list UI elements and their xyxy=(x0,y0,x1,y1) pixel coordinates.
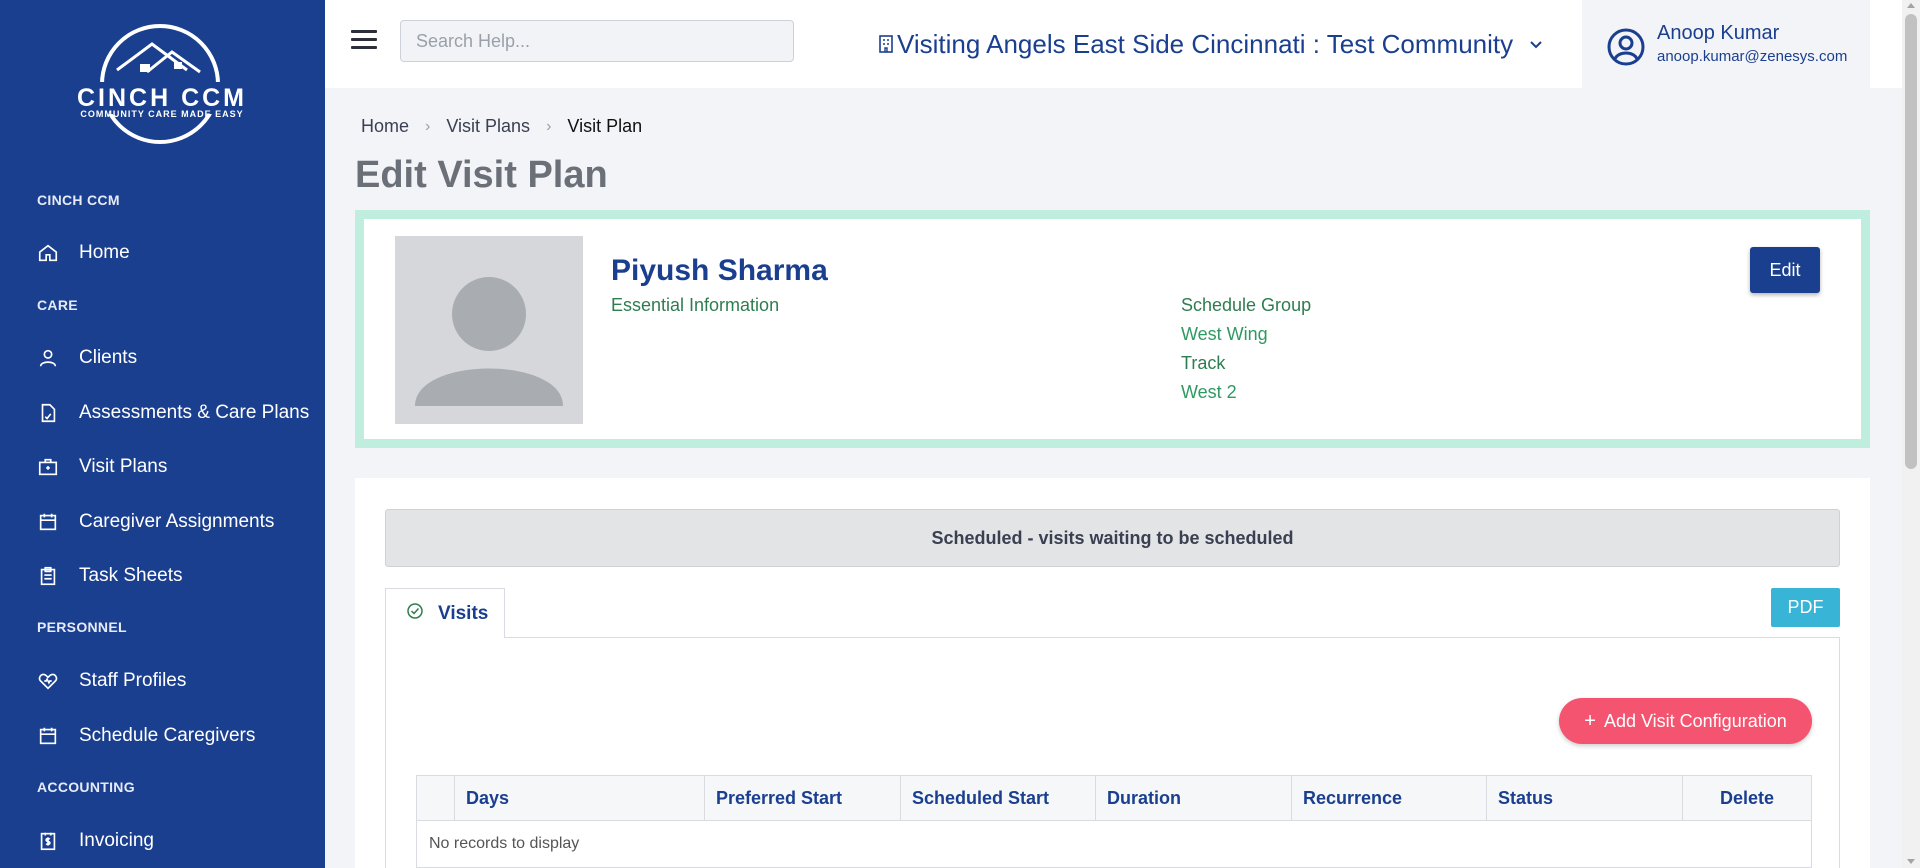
add-visit-label: Add Visit Configuration xyxy=(1603,710,1787,731)
invoice-icon xyxy=(37,830,59,852)
breadcrumb: Home › Visit Plans › Visit Plan xyxy=(361,116,642,137)
sidebar-item-label: Caregiver Assignments xyxy=(79,511,275,532)
status-banner: Scheduled - visits waiting to be schedul… xyxy=(385,509,1840,567)
sidebar-item-label: Assessments & Care Plans xyxy=(79,402,310,423)
sidebar-item-invoicing[interactable]: Invoicing xyxy=(0,818,325,864)
column-header-scheduled-start[interactable]: Scheduled Start xyxy=(901,776,1096,820)
document-icon xyxy=(37,402,59,424)
scrollbar-thumb[interactable] xyxy=(1905,14,1917,469)
community-selector[interactable]: Visiting Angels East Side Cincinnati : T… xyxy=(877,26,1545,62)
pdf-button[interactable]: PDF xyxy=(1771,588,1840,627)
column-header-select xyxy=(417,776,455,820)
breadcrumb-visit-plans[interactable]: Visit Plans xyxy=(446,116,530,137)
track-label: Track xyxy=(1181,353,1226,373)
plus-icon: + xyxy=(1584,709,1596,732)
sidebar-item-schedule-caregivers[interactable]: Schedule Caregivers xyxy=(0,713,325,759)
sidebar-section-personnel: PERSONNEL xyxy=(37,619,127,635)
sidebar-item-label: Clients xyxy=(79,347,138,368)
column-header-recurrence[interactable]: Recurrence xyxy=(1292,776,1487,820)
client-name: Piyush Sharma xyxy=(611,254,828,287)
user-email: anoop.kumar@zenesys.com xyxy=(1657,48,1848,65)
user-menu[interactable]: Anoop Kumar anoop.kumar@zenesys.com xyxy=(1582,0,1870,88)
chevron-down-icon xyxy=(1530,41,1542,49)
sidebar-item-clients[interactable]: Clients xyxy=(0,335,325,381)
sidebar-item-visit-plans[interactable]: Visit Plans xyxy=(0,444,325,490)
column-header-preferred-start[interactable]: Preferred Start xyxy=(705,776,901,820)
visits-table: Days Preferred Start Scheduled Start Dur… xyxy=(416,775,1812,868)
user-name: Anoop Kumar xyxy=(1657,22,1780,44)
sidebar-section-care: CARE xyxy=(37,297,78,313)
track-value: West 2 xyxy=(1181,382,1237,402)
sidebar-item-staff-profiles[interactable]: Staff Profiles xyxy=(0,658,325,704)
briefcase-icon xyxy=(37,456,59,478)
sidebar-section-cinch-ccm: CINCH CCM xyxy=(37,192,120,208)
scroll-up-arrow[interactable] xyxy=(1907,3,1915,8)
sidebar-item-label: Invoicing xyxy=(79,830,154,851)
sidebar-item-label: Visit Plans xyxy=(79,456,168,477)
breadcrumb-current: Visit Plan xyxy=(567,116,643,136)
building-icon xyxy=(879,35,893,53)
empty-table-message: No records to display xyxy=(429,835,580,852)
scroll-down-arrow[interactable] xyxy=(1907,859,1915,864)
schedule-group-label: Schedule Group xyxy=(1181,295,1312,315)
column-header-days[interactable]: Days xyxy=(455,776,705,820)
tab-label: Visits xyxy=(438,602,489,624)
user-circle-icon xyxy=(1607,28,1645,66)
cinch-ccm-logo[interactable]: CINCH CCM COMMUNITY CARE MADE EASY xyxy=(62,22,262,152)
sidebar-item-label: Staff Profiles xyxy=(79,670,187,691)
clipboard-icon xyxy=(37,565,59,587)
column-header-delete: Delete xyxy=(1719,787,1775,808)
check-circle-icon xyxy=(407,602,423,619)
sidebar-item-label: Task Sheets xyxy=(79,565,183,586)
client-profile-card: Piyush Sharma Essential Information Sche… xyxy=(355,210,1870,448)
sidebar-item-assessments[interactable]: Assessments & Care Plans xyxy=(0,390,325,436)
page-scrollbar[interactable] xyxy=(1902,0,1920,868)
sidebar-item-label: Schedule Caregivers xyxy=(79,725,256,746)
sidebar-item-label: Home xyxy=(79,242,130,263)
top-bar: Visiting Angels East Side Cincinnati : T… xyxy=(325,0,1902,88)
home-icon xyxy=(37,242,59,264)
add-visit-configuration-button[interactable]: + Add Visit Configuration xyxy=(1559,698,1812,744)
community-name: Visiting Angels East Side Cincinnati : T… xyxy=(897,28,1514,59)
schedule-group-value: West Wing xyxy=(1181,324,1268,344)
chevron-right-icon: › xyxy=(425,117,431,135)
calendar-icon xyxy=(37,725,59,747)
heart-icon xyxy=(37,670,59,692)
page-title: Edit Visit Plan xyxy=(355,154,608,196)
user-icon xyxy=(37,347,59,369)
sidebar-item-caregiver-assignments[interactable]: Caregiver Assignments xyxy=(0,499,325,545)
avatar xyxy=(395,236,583,424)
column-header-status[interactable]: Status xyxy=(1487,776,1683,820)
sidebar: CINCH CCM COMMUNITY CARE MADE EASY CINCH… xyxy=(0,0,325,868)
calendar-icon xyxy=(37,511,59,533)
menu-toggle-button[interactable] xyxy=(351,30,377,56)
search-help-input[interactable] xyxy=(400,20,794,62)
sidebar-item-task-sheets[interactable]: Task Sheets xyxy=(0,553,325,599)
svg-text:CINCH CCM: CINCH CCM xyxy=(77,84,247,112)
sidebar-section-accounting: ACCOUNTING xyxy=(37,779,135,795)
table-header: Days Preferred Start Scheduled Start Dur… xyxy=(417,776,1811,821)
tab-visits[interactable]: Visits xyxy=(385,588,505,638)
chevron-right-icon: › xyxy=(546,117,552,135)
edit-button[interactable]: Edit xyxy=(1750,247,1820,293)
visit-plan-panel: Scheduled - visits waiting to be schedul… xyxy=(355,478,1870,868)
breadcrumb-home[interactable]: Home xyxy=(361,116,409,137)
essential-information-label: Essential Information xyxy=(611,295,780,315)
sidebar-item-home[interactable]: Home xyxy=(0,230,325,276)
column-header-duration[interactable]: Duration xyxy=(1096,776,1292,820)
svg-text:COMMUNITY CARE MADE EASY: COMMUNITY CARE MADE EASY xyxy=(80,109,243,119)
